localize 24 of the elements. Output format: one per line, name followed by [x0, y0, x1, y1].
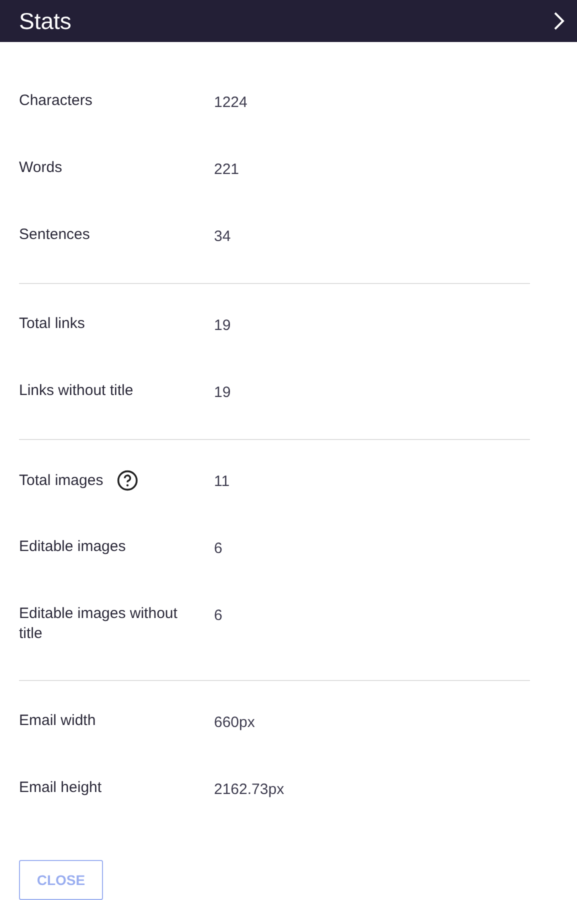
stat-label: Editable images — [19, 537, 126, 557]
stat-value: 11 — [214, 472, 230, 492]
stat-label: Email height — [19, 778, 102, 798]
stat-value: 6 — [214, 606, 222, 626]
stat-label: Characters — [19, 91, 92, 111]
stat-value: 19 — [214, 383, 231, 403]
stat-label: Email width — [19, 711, 96, 731]
panel-title: Stats — [19, 6, 72, 36]
stat-value: 660px — [214, 713, 255, 733]
stat-label: Words — [19, 158, 62, 178]
close-button[interactable]: CLOSE — [19, 860, 103, 900]
stat-value: 34 — [214, 227, 231, 247]
stat-label: Total images — [19, 470, 104, 490]
stat-label: Total links — [19, 314, 85, 334]
help-icon[interactable] — [117, 470, 138, 491]
stat-value: 1224 — [214, 93, 248, 113]
stat-value: 6 — [214, 539, 222, 559]
chevron-right-icon[interactable] — [553, 12, 565, 30]
stat-label: Editable images without title — [19, 604, 178, 644]
stat-value: 19 — [214, 316, 231, 336]
stat-label: Links without title — [19, 381, 134, 401]
stat-label: Sentences — [19, 225, 90, 245]
stat-value: 2162.73px — [214, 780, 284, 800]
stat-value: 221 — [214, 160, 240, 180]
